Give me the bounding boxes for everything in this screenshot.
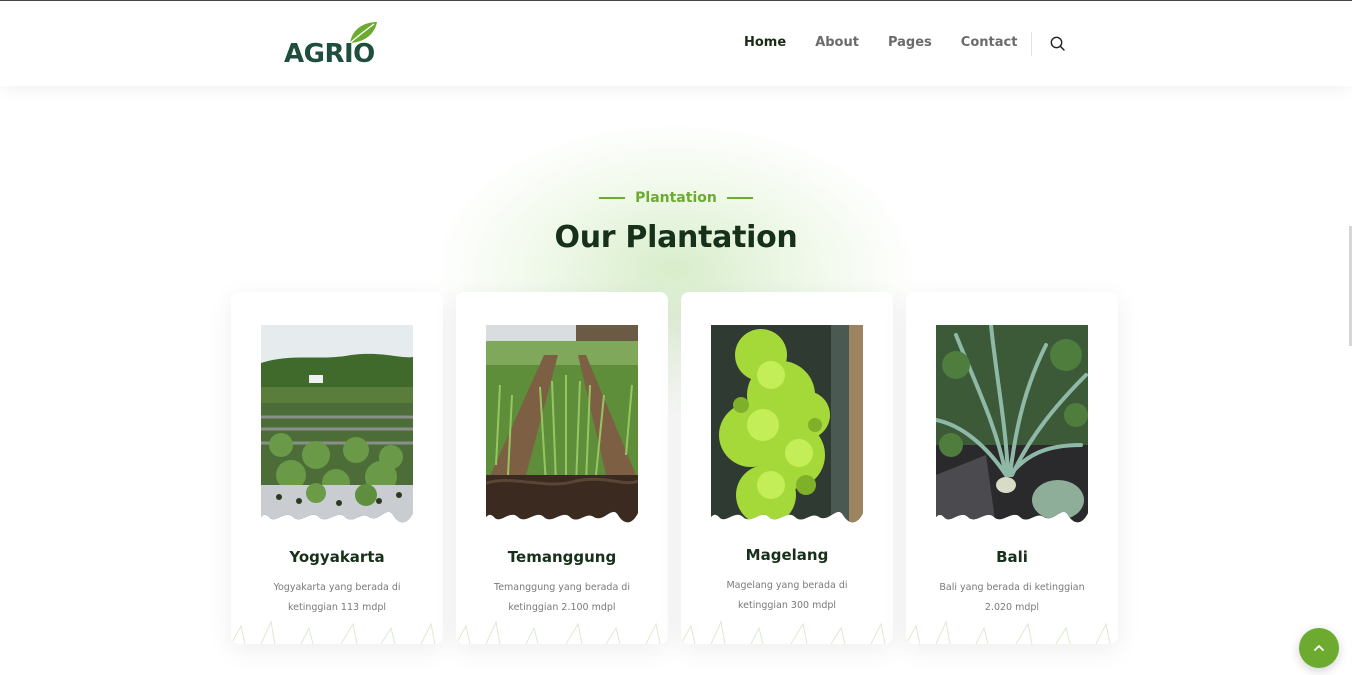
nav-home[interactable]: Home xyxy=(744,35,786,50)
card-title: Yogyakarta xyxy=(289,548,385,566)
plantation-photo xyxy=(711,325,863,527)
plantation-cards: Yogyakarta Yogyakarta yang berada di ket… xyxy=(231,292,1118,644)
grass-decoration xyxy=(456,620,661,644)
grass-decoration xyxy=(681,620,886,644)
card-description: Bali yang berada di ketinggian 2.020 mdp… xyxy=(939,582,1085,613)
arrow-up-icon xyxy=(1314,645,1324,651)
card-description: Yogyakarta yang berada di ketinggian 113… xyxy=(273,582,401,613)
tag-line-right xyxy=(726,197,753,199)
tag-line-left xyxy=(599,197,626,199)
plantation-photo xyxy=(936,325,1088,527)
site-logo[interactable]: AGRIO xyxy=(284,21,384,69)
card-title: Magelang xyxy=(745,546,829,564)
plantation-card-temanggung[interactable]: Temanggung Temanggung yang berada di ket… xyxy=(456,292,668,644)
plantation-photo xyxy=(261,325,413,527)
back-to-top-button[interactable] xyxy=(1299,628,1339,668)
plantation-card-magelang[interactable]: Magelang Magelang yang berada di ketingg… xyxy=(681,292,893,644)
card-description: Magelang yang berada di ketinggian 300 m… xyxy=(726,580,848,611)
site-header: AGRIO Home About Pages Contact xyxy=(0,0,1352,86)
section-tag-text: Plantation xyxy=(635,190,717,206)
plantation-card-yogyakarta[interactable]: Yogyakarta Yogyakarta yang berada di ket… xyxy=(231,292,443,644)
grass-decoration xyxy=(231,620,436,644)
search-button[interactable] xyxy=(1049,35,1067,53)
card-description: Temanggung yang berada di ketinggian 2.1… xyxy=(494,582,630,613)
card-title: Temanggung xyxy=(507,548,617,566)
section-tag: Plantation xyxy=(0,190,1352,206)
logo-text: AGRIO xyxy=(284,39,375,69)
section-title: Our Plantation xyxy=(554,220,798,255)
plantation-card-bali[interactable]: Bali Bali yang berada di ketinggian 2.02… xyxy=(906,292,1118,644)
nav-divider xyxy=(1031,32,1032,56)
plantation-photo xyxy=(486,325,638,527)
grass-decoration xyxy=(906,620,1111,644)
nav-pages[interactable]: Pages xyxy=(888,35,932,50)
search-icon xyxy=(1050,36,1065,51)
nav-contact[interactable]: Contact xyxy=(961,35,1018,50)
main-nav: Home About Pages Contact xyxy=(744,35,1046,50)
card-title: Bali xyxy=(996,548,1028,566)
nav-about[interactable]: About xyxy=(815,35,859,50)
